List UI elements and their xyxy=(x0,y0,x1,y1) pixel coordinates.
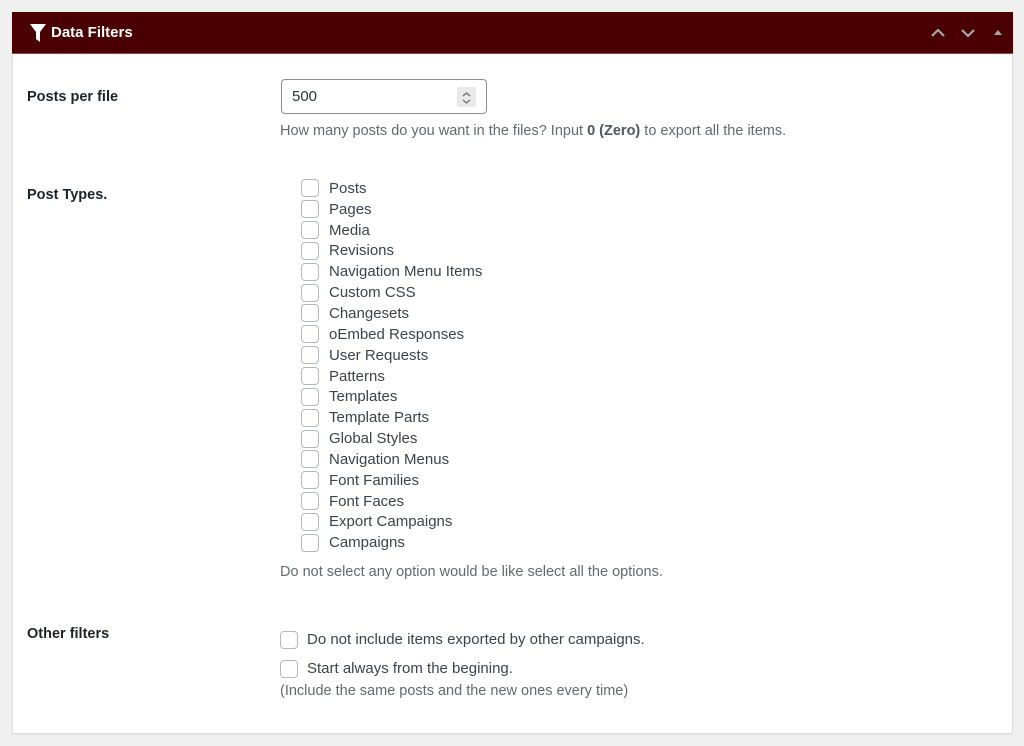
checkbox-label: oEmbed Responses xyxy=(329,325,465,343)
checkbox[interactable] xyxy=(301,512,319,531)
move-down-button[interactable] xyxy=(957,22,979,44)
checkbox-label: Template Parts xyxy=(329,409,430,427)
checkbox-label: Posts xyxy=(329,179,367,197)
posts-per-file-label: Posts per file xyxy=(27,89,119,105)
checkbox-label: Font Families xyxy=(329,471,420,489)
post-type-option[interactable]: Revisions xyxy=(301,241,482,262)
post-type-option[interactable]: Template Parts xyxy=(301,407,482,428)
checkbox-label: Custom CSS xyxy=(329,284,416,302)
checkbox[interactable] xyxy=(301,450,319,469)
checkbox[interactable] xyxy=(280,659,298,678)
checkbox-label: Global Styles xyxy=(329,430,418,448)
posts-per-file-value: 500 xyxy=(292,88,318,105)
posts-per-file-description: How many posts do you want in the files?… xyxy=(280,123,787,139)
other-filters-list: Do not include items exported by other c… xyxy=(280,625,645,683)
triangle-up-icon xyxy=(994,30,1002,35)
post-type-option[interactable]: Patterns xyxy=(301,366,482,387)
post-type-option[interactable]: oEmbed Responses xyxy=(301,324,482,345)
toggle-panel-button[interactable] xyxy=(987,22,1009,44)
checkbox[interactable] xyxy=(301,346,319,365)
checkbox-label: Do not include items exported by other c… xyxy=(307,631,645,648)
funnel-icon xyxy=(29,23,47,43)
post-type-option[interactable]: Navigation Menu Items xyxy=(301,261,482,282)
checkbox[interactable] xyxy=(301,304,319,323)
spinner-arrows-icon xyxy=(462,92,471,104)
checkbox-label: Start always from the begining. xyxy=(307,660,513,677)
move-up-button[interactable] xyxy=(927,22,949,44)
other-filters-description: (Include the same posts and the new ones… xyxy=(280,683,629,699)
post-type-option[interactable]: Templates xyxy=(301,386,482,407)
checkbox-label: Changesets xyxy=(329,304,410,322)
checkbox[interactable] xyxy=(301,283,319,302)
checkbox-label: Revisions xyxy=(329,242,395,260)
checkbox[interactable] xyxy=(301,200,319,219)
number-spinner[interactable] xyxy=(457,87,476,107)
posts-per-file-input[interactable]: 500 xyxy=(281,79,487,114)
post-type-option[interactable]: Campaigns xyxy=(301,532,482,553)
chevron-up-icon xyxy=(931,28,945,37)
checkbox-label: Patterns xyxy=(329,367,385,385)
post-type-option[interactable]: Custom CSS xyxy=(301,282,482,303)
post-type-option[interactable]: Global Styles xyxy=(301,428,482,449)
checkbox[interactable] xyxy=(301,221,319,240)
checkbox[interactable] xyxy=(301,179,319,198)
checkbox[interactable] xyxy=(301,429,319,448)
checkbox-label: Navigation Menus xyxy=(329,450,450,468)
checkbox[interactable] xyxy=(301,492,319,511)
checkbox[interactable] xyxy=(301,408,319,427)
post-types-list: Posts Pages Media Revisions Navigation Menu … xyxy=(301,178,482,553)
checkbox-label: Campaigns xyxy=(329,534,405,552)
post-type-option[interactable]: Font Families xyxy=(301,470,482,491)
checkbox-label: Pages xyxy=(329,200,372,218)
post-types-description: Do not select any option would be like s… xyxy=(280,564,663,580)
checkbox-label: Font Faces xyxy=(329,492,405,510)
data-filters-panel: Data Filters Posts per file 500 How many… xyxy=(12,12,1013,734)
checkbox[interactable] xyxy=(301,387,319,406)
chevron-down-icon xyxy=(961,29,975,38)
checkbox[interactable] xyxy=(301,533,319,552)
post-type-option[interactable]: Font Faces xyxy=(301,491,482,512)
checkbox[interactable] xyxy=(301,241,319,260)
post-type-option[interactable]: User Requests xyxy=(301,345,482,366)
checkbox[interactable] xyxy=(301,262,319,281)
post-type-option[interactable]: Export Campaigns xyxy=(301,512,482,533)
checkbox[interactable] xyxy=(301,367,319,386)
checkbox[interactable] xyxy=(301,325,319,344)
checkbox-label: Media xyxy=(329,221,370,239)
checkbox[interactable] xyxy=(280,630,298,649)
checkbox-label: Export Campaigns xyxy=(329,513,453,531)
other-filter-option[interactable]: Do not include items exported by other c… xyxy=(280,625,645,654)
post-type-option[interactable]: Pages xyxy=(301,199,482,220)
post-type-option[interactable]: Media xyxy=(301,220,482,241)
panel-title: Data Filters xyxy=(51,24,133,41)
post-type-option[interactable]: Changesets xyxy=(301,303,482,324)
checkbox-label: Templates xyxy=(329,388,398,406)
post-type-option[interactable]: Posts xyxy=(301,178,482,199)
post-type-option[interactable]: Navigation Menus xyxy=(301,449,482,470)
panel-header[interactable]: Data Filters xyxy=(12,12,1013,54)
other-filter-option[interactable]: Start always from the begining. xyxy=(280,654,645,683)
checkbox-label: Navigation Menu Items xyxy=(329,263,483,281)
post-types-label: Post Types. xyxy=(27,187,108,203)
checkbox[interactable] xyxy=(301,471,319,490)
checkbox-label: User Requests xyxy=(329,346,429,364)
other-filters-label: Other filters xyxy=(27,626,110,642)
